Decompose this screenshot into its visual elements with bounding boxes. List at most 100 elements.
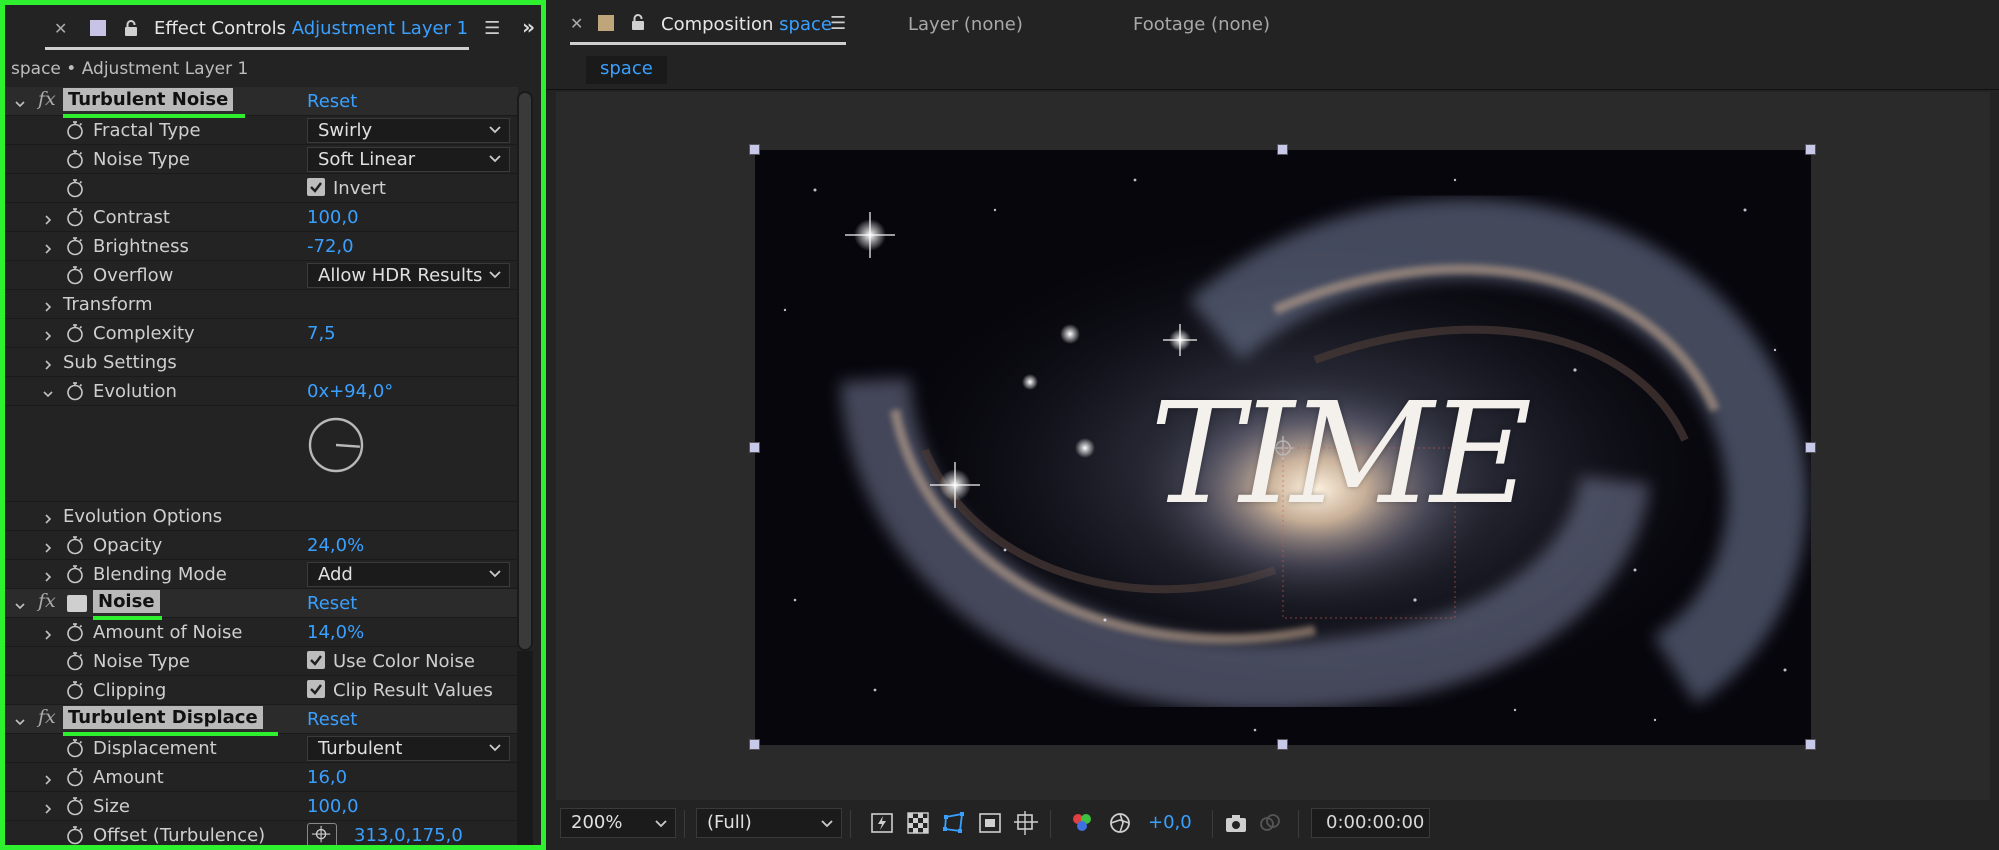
layer-color-swatch[interactable] [90,20,106,36]
property-dropdown-row[interactable]: Noise Type Soft Linear [5,145,518,174]
exposure-reset-icon[interactable] [1108,811,1132,835]
property-dropdown[interactable]: Allow HDR Results [307,263,510,288]
property-dropdown-row[interactable]: Displacement Turbulent [5,734,518,763]
property-group-label[interactable]: Transform [63,294,153,315]
angle-dial-icon[interactable] [307,416,365,474]
twirl-closed-icon[interactable] [43,769,53,785]
show-snapshot-icon[interactable] [1258,811,1282,835]
property-group[interactable]: Sub Settings [5,348,518,377]
stopwatch-icon[interactable] [65,767,85,787]
property-row[interactable]: Evolution 0x+94,0° [5,377,518,406]
property-row[interactable]: Amount of Noise 14,0% [5,618,518,647]
lock-icon[interactable] [122,19,140,37]
stopwatch-icon[interactable] [65,207,85,227]
property-value[interactable]: 0x+94,0° [307,381,393,402]
scrollbar-thumb[interactable] [519,93,531,649]
effect-controls-tab[interactable]: ✕ Effect Controls Adjustment Layer 1 ☰ » [5,5,541,51]
stopwatch-icon[interactable] [65,622,85,642]
stopwatch-icon[interactable] [65,796,85,816]
stopwatch-icon[interactable] [65,323,85,343]
mask-visibility-icon[interactable] [942,811,966,835]
effect-reset-link[interactable]: Reset [307,593,357,614]
property-row[interactable]: Size 100,0 [5,792,518,821]
effect-header[interactable]: fx Turbulent Noise Reset [5,87,518,118]
effect-header[interactable]: fx Turbulent Displace Reset [5,705,518,736]
close-tab-icon[interactable]: ✕ [570,14,583,33]
property-checkbox-row[interactable]: Clipping Clip Result Values [5,676,518,705]
composition-canvas[interactable]: TIME [755,150,1811,745]
lock-icon[interactable] [629,13,647,31]
stopwatch-icon[interactable] [65,651,85,671]
property-checkbox-row[interactable]: Invert [5,174,518,203]
effect-header[interactable]: fx Noise Reset [5,589,518,620]
transform-handle-bc[interactable] [1277,739,1288,750]
transform-handle-br[interactable] [1805,739,1816,750]
checkbox-label[interactable]: Invert [333,178,386,199]
property-value[interactable]: 100,0 [307,207,359,228]
property-group-label[interactable]: Evolution Options [63,506,222,527]
stopwatch-icon[interactable] [65,149,85,169]
panel-menu-icon[interactable]: ☰ [484,18,500,39]
property-value[interactable]: 16,0 [307,767,347,788]
stopwatch-icon[interactable] [65,564,85,584]
property-row[interactable]: Contrast 100,0 [5,203,518,232]
property-value[interactable]: -72,0 [307,236,354,257]
fx-toggle-icon[interactable]: fx [38,88,56,110]
stopwatch-icon[interactable] [65,381,85,401]
property-value[interactable]: 14,0% [307,622,364,643]
property-group-label[interactable]: Sub Settings [63,352,177,373]
stopwatch-icon[interactable] [65,535,85,555]
property-dropdown-row[interactable]: Fractal Type Swirly [5,116,518,145]
fx-toggle-icon[interactable]: fx [38,706,56,728]
effect-reset-link[interactable]: Reset [307,709,357,730]
transform-handle-mr[interactable] [1805,442,1816,453]
twirl-closed-icon[interactable] [43,354,53,370]
twirl-closed-icon[interactable] [43,238,53,254]
property-group[interactable]: Evolution Options [5,502,518,531]
resolution-dropdown[interactable]: (Full) [696,808,842,838]
checkbox[interactable] [307,680,325,698]
twirl-closed-icon[interactable] [43,209,53,225]
grid-guides-icon[interactable] [1014,811,1038,835]
effect-name[interactable]: Turbulent Noise [63,88,234,111]
scrollbar[interactable] [517,91,533,651]
stopwatch-icon[interactable] [65,265,85,285]
property-value[interactable]: 24,0% [307,535,364,556]
stopwatch-icon[interactable] [65,738,85,758]
property-row[interactable]: Opacity 24,0% [5,531,518,560]
property-value[interactable]: 100,0 [307,796,359,817]
tab-layer[interactable]: Layer (none) [908,14,1023,35]
property-dropdown-row[interactable]: Overflow Allow HDR Results [5,261,518,290]
region-of-interest-icon[interactable] [978,811,1002,835]
property-row[interactable]: Amount 16,0 [5,763,518,792]
twirl-open-icon[interactable] [15,595,25,610]
camera-icon[interactable] [1224,811,1248,835]
checkbox[interactable] [307,178,325,196]
panel-menu-icon[interactable]: ☰ [830,13,846,34]
transform-handle-bl[interactable] [749,739,760,750]
property-dropdown[interactable]: Turbulent [307,736,510,761]
checkbox[interactable] [307,651,325,669]
twirl-closed-icon[interactable] [43,798,53,814]
composition-viewer[interactable]: TIME [556,92,1990,800]
more-panels-icon[interactable]: » [522,15,535,39]
property-dropdown[interactable]: Add [307,562,510,587]
transform-handle-tl[interactable] [749,144,760,155]
transform-handle-tc[interactable] [1277,144,1288,155]
composition-color-swatch[interactable] [598,15,614,31]
color-channels-icon[interactable] [1070,811,1094,835]
twirl-open-icon[interactable] [43,383,53,398]
current-time-display[interactable]: 0:00:00:00 [1311,808,1430,838]
stopwatch-icon[interactable] [65,178,85,198]
property-row[interactable]: Brightness -72,0 [5,232,518,261]
close-tab-icon[interactable]: ✕ [54,19,74,38]
breadcrumb-composition[interactable]: space [586,56,667,84]
property-value[interactable]: 313,0,175,0 [354,825,463,845]
transparency-grid-icon[interactable] [906,811,930,835]
property-dropdown-row[interactable]: Blending Mode Add [5,560,518,589]
exposure-value[interactable]: +0,0 [1148,812,1192,833]
stopwatch-icon[interactable] [65,120,85,140]
twirl-open-icon[interactable] [15,711,25,726]
transform-handle-ml[interactable] [749,442,760,453]
twirl-closed-icon[interactable] [43,566,53,582]
